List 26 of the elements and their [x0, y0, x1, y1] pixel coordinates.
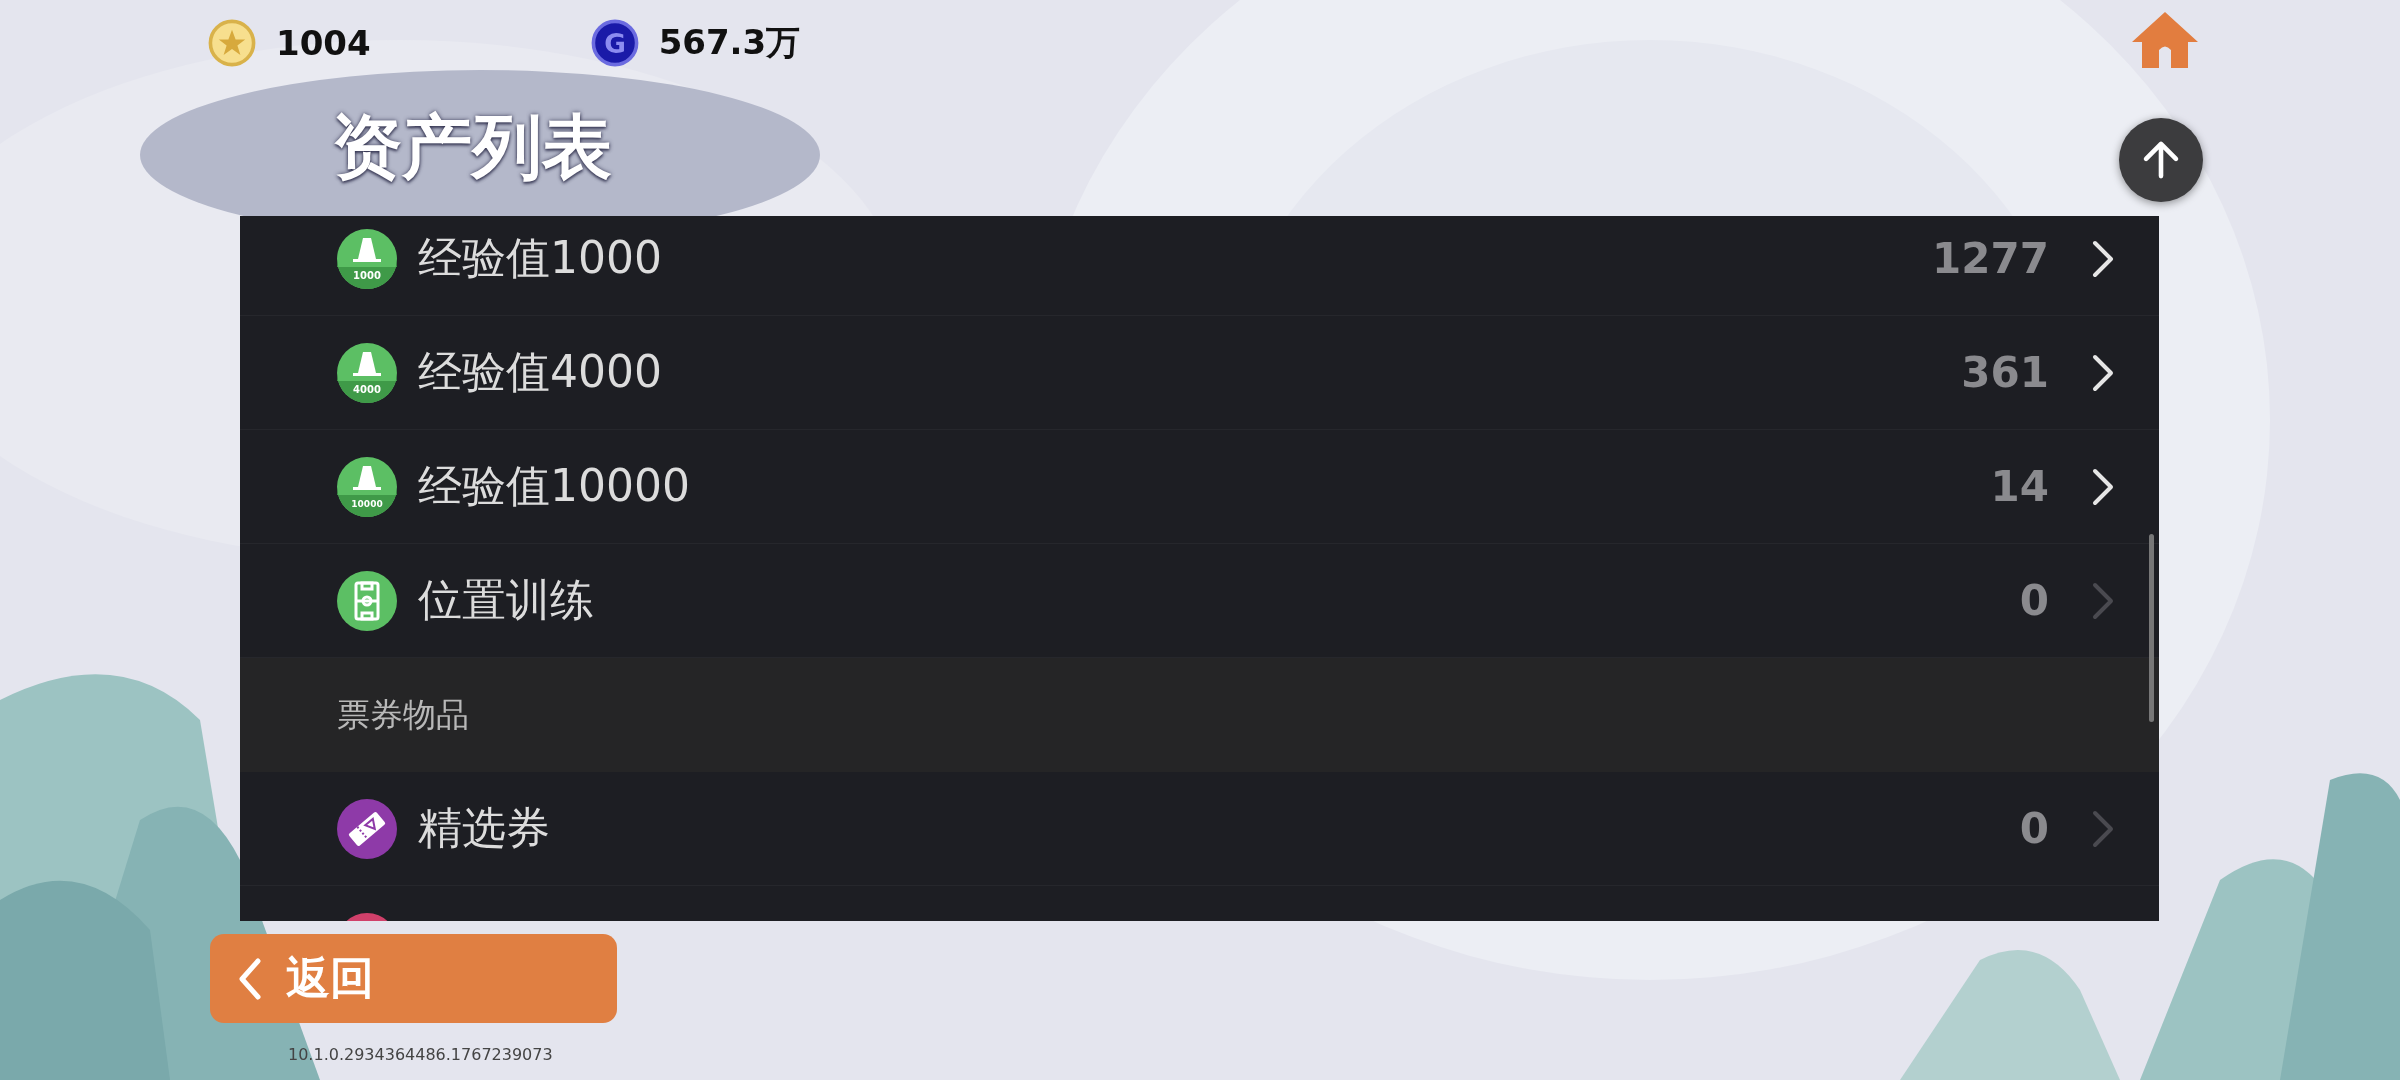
- cone-icon: 4000: [337, 342, 397, 403]
- list-item[interactable]: 10000 经验值10000 14: [240, 430, 2159, 544]
- currency-amount: 567.3万: [658, 21, 801, 64]
- cone-icon: 1000: [337, 228, 397, 289]
- item-count: 0: [2019, 576, 2049, 625]
- list-item[interactable]: 4000 经验值4000 361: [240, 316, 2159, 430]
- currency-amount: 1004: [276, 23, 371, 63]
- item-name: 经验值4000: [418, 345, 663, 399]
- item-name: 位置训练: [418, 573, 595, 627]
- item-name: 精选券: [418, 801, 551, 855]
- item-count: 361: [1961, 348, 2049, 397]
- section-title: 票券物品: [337, 693, 469, 736]
- page-title: 资产列表: [332, 105, 613, 190]
- item-count: 1277: [1932, 234, 2049, 283]
- version-text: 10.1.0.2934364486.1767239073: [288, 1045, 554, 1064]
- scroll-bar[interactable]: [2149, 534, 2154, 722]
- item-name: 经验值1000: [418, 231, 663, 285]
- home-icon[interactable]: [2130, 9, 2200, 71]
- item-name: 经验值10000: [418, 459, 691, 513]
- item-count: 0: [2019, 804, 2049, 853]
- chevron-left-icon: [238, 956, 262, 1001]
- star-coin-icon: [208, 19, 256, 67]
- coin-icon: G: [590, 19, 639, 67]
- item-count: 14: [1990, 462, 2049, 511]
- list-item[interactable]: 1000 经验值1000 1277: [240, 216, 2159, 316]
- cone-icon: 10000: [337, 456, 397, 517]
